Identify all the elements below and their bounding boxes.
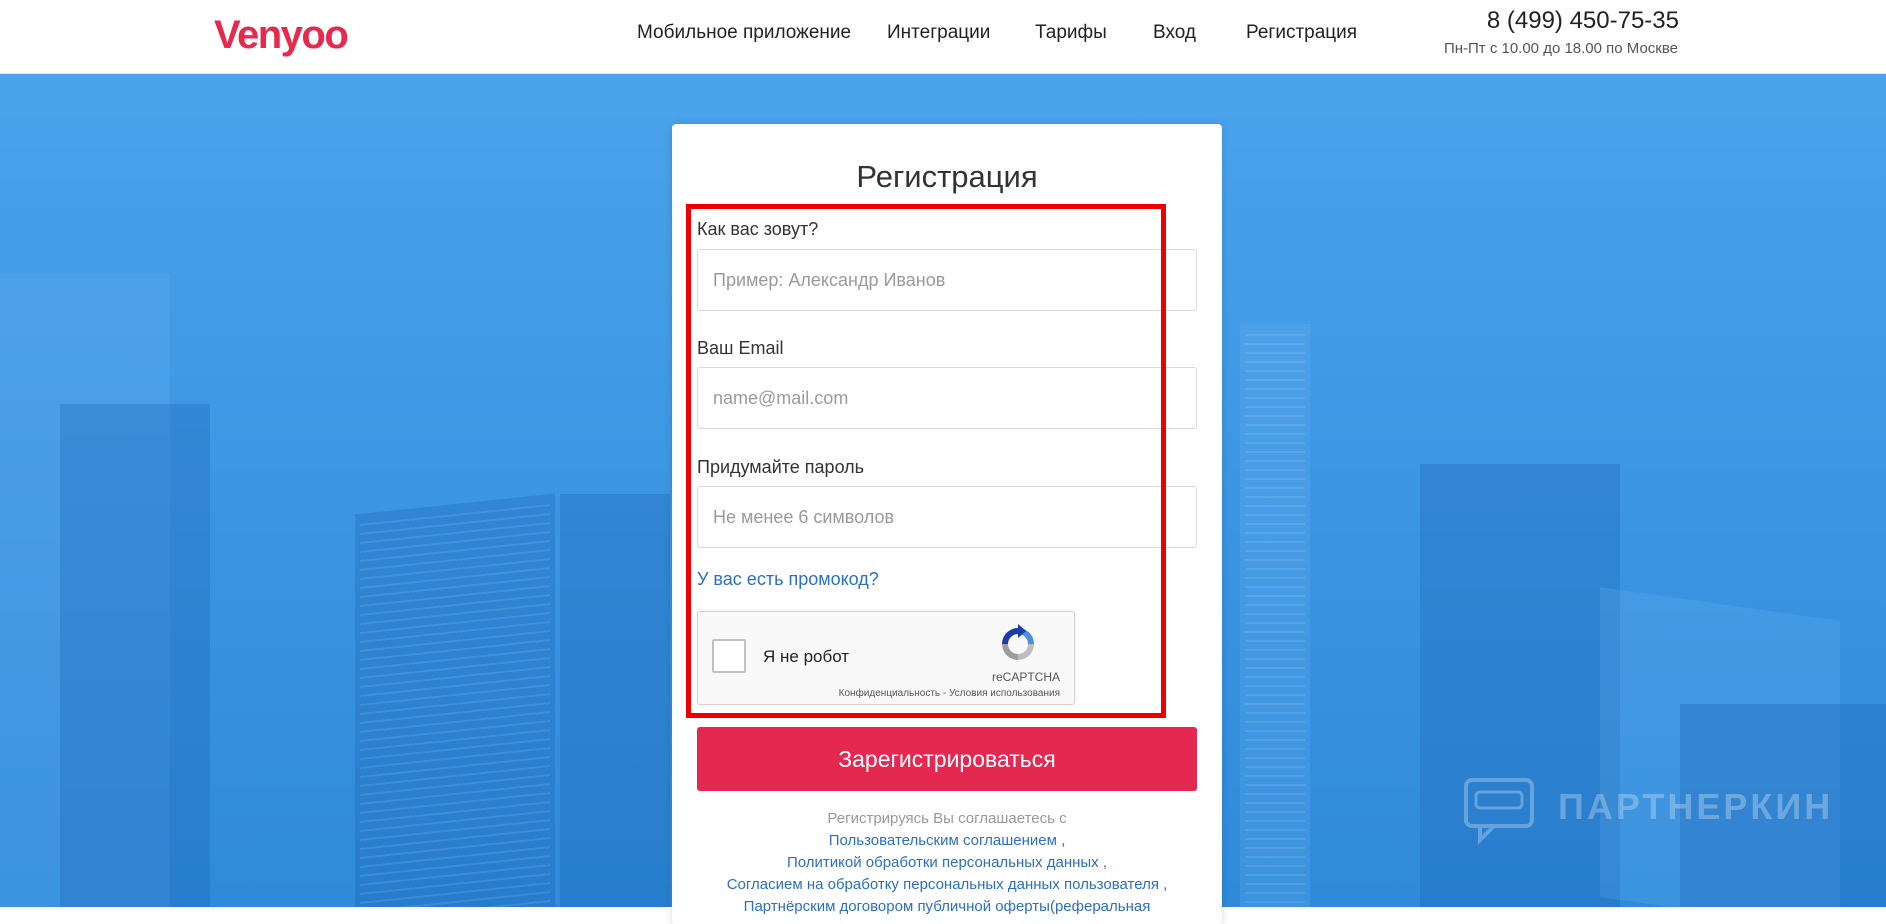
agreement-intro: Регистрируясь Вы соглашаетесь с: [827, 810, 1067, 827]
background-building-windows: [360, 504, 550, 907]
separator: ,: [1158, 876, 1168, 893]
page-title: Регистрация: [856, 159, 1038, 194]
email-input[interactable]: [697, 367, 1197, 429]
venyoo-logo[interactable]: Venyoo: [214, 12, 349, 58]
promo-code-link[interactable]: У вас есть промокод?: [697, 568, 879, 590]
phone-number: 8 (499) 450-75-35: [1486, 7, 1679, 34]
password-label: Придумайте пароль: [697, 457, 865, 477]
nav-login[interactable]: Вход: [1153, 22, 1196, 44]
agreement-notice: Регистрируясь Вы соглашаетесь с Пользова…: [672, 808, 1222, 918]
name-label: Как вас зовут?: [697, 219, 819, 239]
register-button[interactable]: Зарегистрироваться: [697, 727, 1197, 791]
nav-registration[interactable]: Регистрация: [1246, 22, 1357, 44]
registration-card: Регистрация Как вас зовут? Ваш Email При…: [672, 124, 1222, 924]
background-building: [60, 404, 210, 907]
working-hours: Пн-Пт с 10.00 до 18.00 по Москве: [1443, 40, 1678, 57]
nav-integrations[interactable]: Интеграции: [887, 22, 990, 44]
partnerkin-watermark: ПАРТНЕРКИН: [1462, 776, 1842, 846]
site-header: Venyoo Мобильное приложение Интеграции Т…: [0, 0, 1886, 74]
name-input[interactable]: [697, 249, 1197, 311]
recaptcha-logo-icon: [1002, 624, 1034, 660]
data-consent-link[interactable]: Согласием на обработку персональных данн…: [727, 876, 1159, 893]
recaptcha-checkbox[interactable]: [712, 639, 746, 673]
separator: ,: [1098, 854, 1108, 871]
password-input[interactable]: [697, 486, 1197, 548]
user-agreement-link[interactable]: Пользовательским соглашением: [829, 832, 1057, 849]
nav-mobile-app[interactable]: Мобильное приложение: [637, 22, 851, 44]
background-building: [560, 494, 670, 907]
recaptcha-brand: reCAPTCHA: [991, 670, 1060, 684]
recaptcha-label: Я не робот: [763, 647, 850, 666]
background-building-windows: [1245, 334, 1305, 907]
recaptcha-terms[interactable]: Конфиденциальность - Условия использован…: [839, 688, 1060, 700]
privacy-policy-link[interactable]: Политикой обработки персональных данных: [787, 854, 1099, 871]
recaptcha-widget: Я не робот reCAPTCHA Конфиденциальность …: [697, 611, 1075, 705]
email-label: Ваш Email: [697, 338, 784, 358]
chat-bubble-icon: [1464, 778, 1534, 845]
watermark-text: ПАРТНЕРКИН: [1558, 786, 1834, 827]
separator: ,: [1056, 832, 1066, 849]
nav-pricing[interactable]: Тарифы: [1035, 22, 1107, 44]
